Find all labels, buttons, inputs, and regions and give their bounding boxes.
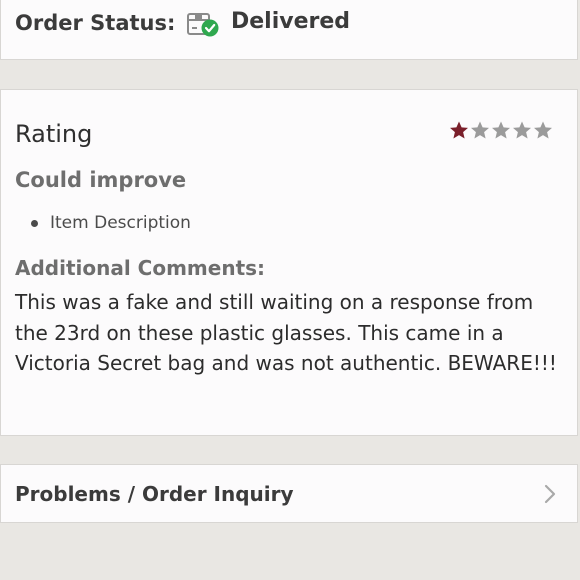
rating-card: Rating Could improve Item Description Ad… bbox=[0, 89, 578, 436]
chevron-right-icon bbox=[544, 484, 556, 504]
star-empty-icon bbox=[471, 121, 489, 139]
could-improve-title: Could improve bbox=[15, 168, 187, 192]
improve-item-label: Item Description bbox=[50, 213, 191, 233]
rating-title: Rating bbox=[15, 120, 93, 148]
order-details-page: Order Status: Delivered Rating Could imp… bbox=[0, 0, 580, 580]
order-status-value: Delivered bbox=[231, 9, 351, 34]
star-rating bbox=[449, 120, 554, 142]
star-empty-icon bbox=[513, 121, 531, 139]
additional-comments-title: Additional Comments: bbox=[15, 256, 266, 280]
problems-order-inquiry-label: Problems / Order Inquiry bbox=[15, 482, 294, 506]
bullet-icon bbox=[31, 219, 38, 227]
order-status-label: Order Status: bbox=[15, 11, 176, 35]
star-empty-icon bbox=[492, 121, 510, 139]
star-empty-icon bbox=[534, 121, 552, 139]
problems-order-inquiry-row[interactable]: Problems / Order Inquiry bbox=[0, 464, 578, 523]
star-filled-icon bbox=[450, 121, 468, 139]
list-item: Item Description bbox=[31, 212, 191, 234]
package-delivered-icon bbox=[187, 13, 219, 37]
additional-comments-text: This was a fake and still waiting on a r… bbox=[15, 290, 557, 375]
order-status-card: Order Status: Delivered bbox=[0, 0, 578, 60]
